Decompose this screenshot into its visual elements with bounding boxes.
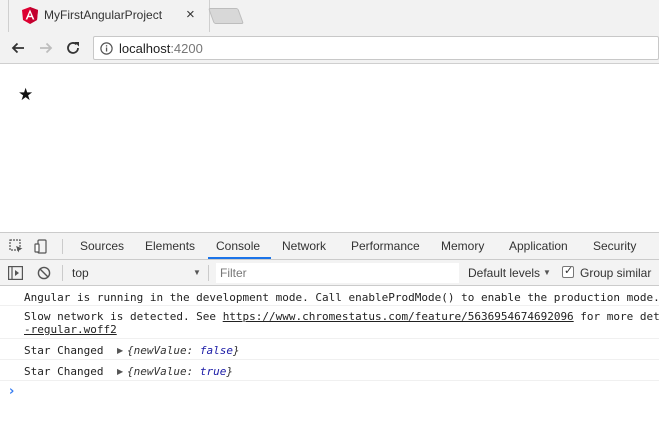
tab-network[interactable]: Network: [282, 239, 326, 253]
object-close-brace: }: [232, 344, 240, 357]
close-tab-icon[interactable]: ×: [186, 6, 195, 24]
active-tab-indicator: [208, 257, 271, 259]
tab-memory[interactable]: Memory: [441, 239, 484, 253]
console-message: Angular is running in the development mo…: [0, 286, 659, 306]
page-viewport: ★: [0, 65, 659, 232]
show-sidebar-icon[interactable]: [8, 266, 23, 280]
group-similar-checkbox[interactable]: [562, 264, 574, 278]
context-dropdown-icon[interactable]: ▼: [193, 268, 201, 277]
tab-application[interactable]: Application: [509, 239, 568, 253]
group-similar-label: Group similar: [580, 266, 652, 280]
console-message: Star Changed ▶ {newValue: false}: [0, 339, 659, 360]
console-toolbar: top ▼ Default levels ▼ Group similar: [0, 260, 659, 286]
log-levels-dropdown[interactable]: Default levels: [468, 266, 540, 280]
back-arrow-icon[interactable]: [10, 40, 26, 56]
object-open-brace: {: [127, 365, 134, 378]
slow-network-prefix: Slow network is detected. See: [24, 310, 223, 323]
chromestatus-link[interactable]: https://www.chromestatus.com/feature/563…: [223, 310, 574, 323]
console-message: Slow network is detected. See https://ww…: [0, 306, 659, 339]
url-host: localhost: [119, 41, 171, 56]
devtools-tabbar: Sources Elements Console Network Perform…: [0, 233, 659, 260]
devtools-panel: Sources Elements Console Network Perform…: [0, 232, 659, 428]
logged-object[interactable]: {newValue: false}: [127, 344, 240, 357]
object-value: false: [199, 344, 233, 357]
object-key: newValue:: [133, 365, 200, 378]
levels-dropdown-icon[interactable]: ▼: [543, 268, 551, 277]
console-output: Angular is running in the development mo…: [0, 286, 659, 428]
tab-console[interactable]: Console: [216, 239, 260, 253]
star-rating-icon[interactable]: ★: [18, 85, 33, 105]
toolbar-divider: [208, 265, 209, 281]
info-icon[interactable]: [100, 42, 113, 55]
console-prompt-icon[interactable]: ›: [9, 384, 14, 399]
tab-elements[interactable]: Elements: [145, 239, 195, 253]
url-text: localhost:4200: [119, 41, 203, 56]
tab-strip: MyFirstAngularProject ×: [0, 0, 659, 32]
console-message: Star Changed ▶ {newValue: true}: [0, 360, 659, 381]
woff2-link[interactable]: -regular.woff2: [24, 323, 117, 336]
url-port: :4200: [170, 41, 203, 56]
tab-security[interactable]: Security: [593, 239, 636, 253]
console-message-continuation: -regular.woff2: [24, 323, 117, 336]
forward-arrow-icon[interactable]: [38, 40, 54, 56]
browser-toolbar: localhost:4200: [0, 32, 659, 64]
toolbar-divider: [62, 265, 63, 281]
expand-object-icon[interactable]: ▶: [117, 346, 123, 355]
console-filter-input[interactable]: [216, 263, 459, 283]
tab-title: MyFirstAngularProject: [44, 8, 163, 22]
address-bar[interactable]: localhost:4200: [93, 36, 659, 60]
console-message-text: Slow network is detected. See https://ww…: [24, 310, 659, 323]
object-close-brace: }: [226, 365, 233, 378]
object-key: newValue:: [133, 344, 200, 357]
logged-object[interactable]: {newValue: true}: [127, 365, 233, 378]
new-tab-button[interactable]: [208, 8, 244, 24]
tab-sources[interactable]: Sources: [80, 239, 124, 253]
device-toolbar-icon[interactable]: [34, 239, 49, 254]
expand-object-icon[interactable]: ▶: [117, 367, 123, 376]
object-open-brace: {: [127, 344, 134, 357]
browser-tab[interactable]: MyFirstAngularProject ×: [8, 0, 210, 32]
inspect-element-icon[interactable]: [9, 239, 24, 254]
tab-performance[interactable]: Performance: [351, 239, 420, 253]
slow-network-suffix: for more deta: [573, 310, 659, 323]
clear-console-icon[interactable]: [37, 266, 52, 280]
object-value: true: [199, 365, 227, 378]
console-log-label: Star Changed: [24, 344, 104, 357]
reload-icon[interactable]: [65, 40, 81, 56]
angular-icon: [22, 7, 38, 24]
console-log-label: Star Changed: [24, 365, 104, 378]
toolbar-divider: [62, 239, 63, 254]
console-message-text: Angular is running in the development mo…: [24, 291, 659, 304]
context-selector[interactable]: top: [72, 266, 89, 280]
